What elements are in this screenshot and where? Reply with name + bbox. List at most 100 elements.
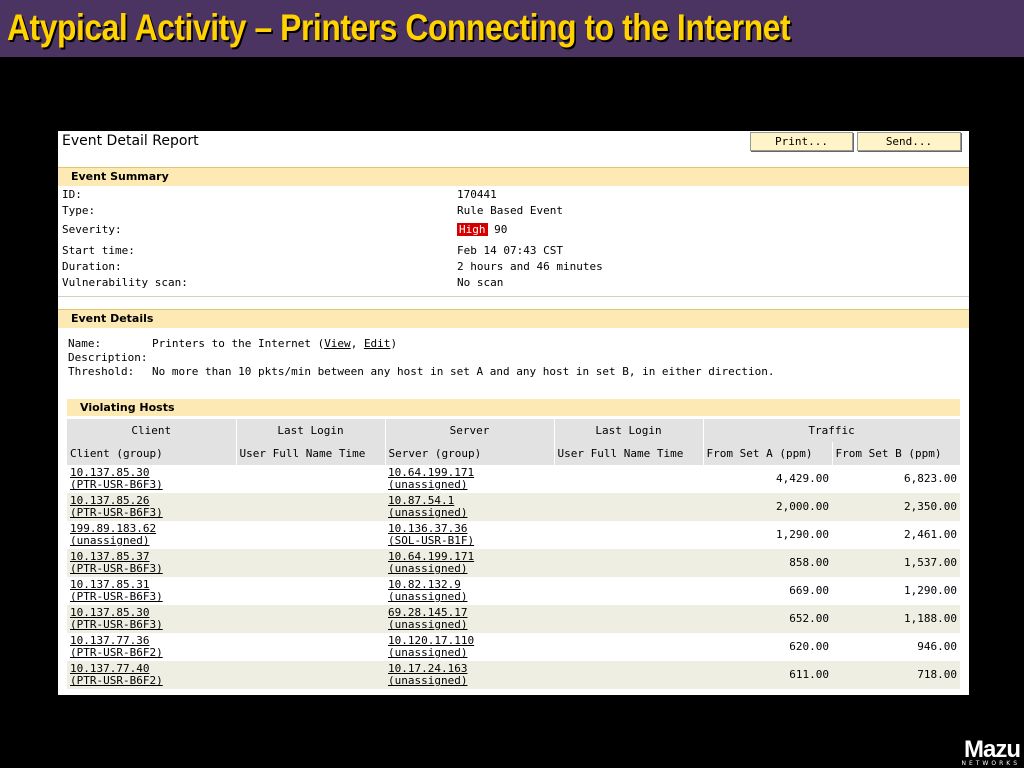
- client-group-link[interactable]: (unassigned): [70, 534, 149, 547]
- details-name-key: Name:: [68, 337, 102, 350]
- from-set-b-cell: 2,461.00: [832, 521, 961, 549]
- client-group-link[interactable]: (PTR-USR-B6F3): [70, 478, 163, 491]
- column-from-set-b[interactable]: From Set B (ppm): [832, 442, 961, 465]
- send-button[interactable]: Send...: [857, 132, 961, 151]
- from-set-a-cell: 858.00: [703, 549, 832, 577]
- summary-key: ID:: [62, 188, 82, 201]
- event-details-header: Event Details: [58, 309, 969, 328]
- server-last-login-cell: [554, 577, 703, 605]
- server-group-link[interactable]: (unassigned): [388, 618, 467, 631]
- event-summary-heading: Event Summary: [71, 170, 169, 183]
- client-last-login-cell: [236, 661, 385, 689]
- client-cell: 10.137.77.40 (PTR-USR-B6F2): [67, 661, 236, 689]
- column-from-set-a[interactable]: From Set A (ppm): [703, 442, 833, 465]
- column-server-group[interactable]: Server (group): [385, 442, 555, 465]
- table-row: 10.137.85.30 (PTR-USR-B6F3) 10.64.199.171…: [67, 465, 961, 493]
- violating-hosts-header: Violating Hosts: [67, 399, 960, 416]
- violating-hosts-heading: Violating Hosts: [80, 401, 175, 414]
- table-row: 10.137.85.31 (PTR-USR-B6F3) 10.82.132.9 (u…: [67, 577, 961, 605]
- column-group-server[interactable]: Server: [385, 419, 555, 442]
- details-description-key: Description:: [68, 351, 148, 364]
- table-row: 10.137.77.40 (PTR-USR-B6F2) 10.17.24.163(…: [67, 661, 961, 689]
- client-group-link[interactable]: (PTR-USR-B6F3): [70, 618, 163, 631]
- server-cell: 10.120.17.110 (unassigned): [385, 633, 554, 661]
- summary-value: No scan: [457, 276, 504, 289]
- client-last-login-cell: [236, 633, 385, 661]
- column-group-client-last-login[interactable]: Last Login: [236, 419, 386, 442]
- summary-value: Feb 14 07:43 CST: [457, 244, 563, 257]
- server-group-link[interactable]: (unassigned): [388, 478, 467, 491]
- column-group-server-last-login[interactable]: Last Login: [554, 419, 704, 442]
- edit-link[interactable]: Edit: [364, 337, 391, 350]
- print-button[interactable]: Print...: [750, 132, 853, 151]
- from-set-a-cell: 2,000.00: [703, 493, 832, 521]
- from-set-a-cell: 620.00: [703, 633, 832, 661]
- table-row: 199.89.183.62 (unassigned) 10.136.37.36 (S…: [67, 521, 961, 549]
- from-set-a-cell: 652.00: [703, 605, 832, 633]
- summary-row-severity: Severity: High 90: [58, 223, 969, 239]
- severity-score: 90: [494, 223, 508, 236]
- server-cell: 10.136.37.36 (SOL-USR-B1F): [385, 521, 554, 549]
- client-last-login-cell: [236, 549, 385, 577]
- server-last-login-cell: [554, 549, 703, 577]
- event-details-heading: Event Details: [71, 312, 154, 325]
- server-group-link[interactable]: (SOL-USR-B1F): [388, 534, 474, 547]
- client-cell: 10.137.85.26 (PTR-USR-B6F3): [67, 493, 236, 521]
- client-cell: 10.137.85.30 (PTR-USR-B6F3): [67, 465, 236, 493]
- server-group-link[interactable]: (unassigned): [388, 674, 467, 687]
- server-cell: 10.17.24.163 (unassigned): [385, 661, 554, 689]
- server-group-link[interactable]: (unassigned): [388, 646, 467, 659]
- server-group-link[interactable]: (unassigned): [388, 562, 467, 575]
- event-summary-header: Event Summary: [58, 167, 969, 186]
- client-last-login-cell: [236, 465, 385, 493]
- column-client-user-name-time[interactable]: User Full Name Time: [236, 442, 386, 465]
- view-link[interactable]: View: [324, 337, 351, 350]
- server-last-login-cell: [554, 633, 703, 661]
- client-last-login-cell: [236, 605, 385, 633]
- column-server-user-name-time[interactable]: User Full Name Time: [554, 442, 704, 465]
- summary-row-type: Type: Rule Based Event: [58, 204, 969, 220]
- details-threshold-key: Threshold:: [68, 365, 135, 378]
- table-row: 10.137.85.30 (PTR-USR-B6F3) 69.28.145.17(…: [67, 605, 961, 633]
- details-name-value-group: Printers to the Internet (View, Edit): [152, 337, 397, 350]
- violating-hosts-table: Client Last Login Server Last Login Traf…: [67, 419, 961, 689]
- table-row: 10.137.85.26 (PTR-USR-B6F3) 10.87.54.1 (un…: [67, 493, 961, 521]
- from-set-a-cell: 669.00: [703, 577, 832, 605]
- client-cell: 10.137.77.36 (PTR-USR-B6F2): [67, 633, 236, 661]
- from-set-a-cell: 1,290.00: [703, 521, 832, 549]
- server-group-link[interactable]: (unassigned): [388, 590, 467, 603]
- mazu-networks-logo: Mazu NETWORKS: [940, 736, 1021, 767]
- summary-key: Vulnerability scan:: [62, 276, 188, 289]
- client-cell: 10.137.85.31 (PTR-USR-B6F3): [67, 577, 236, 605]
- server-last-login-cell: [554, 493, 703, 521]
- report-title: Event Detail Report: [62, 133, 199, 149]
- client-cell: 10.137.85.37 (PTR-USR-B6F3): [67, 549, 236, 577]
- client-last-login-cell: [236, 493, 385, 521]
- column-group-traffic[interactable]: Traffic: [703, 419, 961, 442]
- from-set-b-cell: 1,188.00: [832, 605, 961, 633]
- server-last-login-cell: [554, 661, 703, 689]
- column-client-group[interactable]: Client (group): [67, 442, 237, 465]
- details-threshold-value: No more than 10 pkts/min between any hos…: [152, 365, 775, 378]
- server-last-login-cell: [554, 605, 703, 633]
- from-set-b-cell: 1,537.00: [832, 549, 961, 577]
- slide-title-bar: Atypical Activity – Printers Connecting …: [0, 0, 1024, 57]
- client-last-login-cell: [236, 521, 385, 549]
- client-group-link[interactable]: (PTR-USR-B6F2): [70, 674, 163, 687]
- server-group-link[interactable]: (unassigned): [388, 506, 467, 519]
- client-group-link[interactable]: (PTR-USR-B6F3): [70, 506, 163, 519]
- column-group-client[interactable]: Client: [67, 419, 237, 442]
- client-group-link[interactable]: (PTR-USR-B6F3): [70, 590, 163, 603]
- client-cell: 10.137.85.30 (PTR-USR-B6F3): [67, 605, 236, 633]
- summary-row-start-time: Start time: Feb 14 07:43 CST: [58, 244, 969, 260]
- client-group-link[interactable]: (PTR-USR-B6F3): [70, 562, 163, 575]
- server-cell: 10.82.132.9 (unassigned): [385, 577, 554, 605]
- client-group-link[interactable]: (PTR-USR-B6F2): [70, 646, 163, 659]
- from-set-b-cell: 718.00: [832, 661, 961, 689]
- server-cell: 10.87.54.1 (unassigned): [385, 493, 554, 521]
- slide-title: Atypical Activity – Printers Connecting …: [7, 7, 791, 48]
- summary-value: 170441: [457, 188, 497, 201]
- server-last-login-cell: [554, 521, 703, 549]
- summary-row-duration: Duration: 2 hours and 46 minutes: [58, 260, 969, 276]
- severity-value-group: High 90: [457, 223, 507, 236]
